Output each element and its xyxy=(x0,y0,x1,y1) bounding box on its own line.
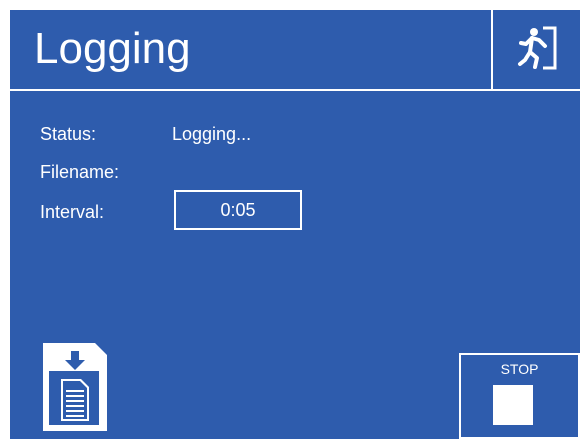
status-value: Logging... xyxy=(172,124,252,144)
status-label: Status: xyxy=(40,124,97,144)
title-bar: Logging xyxy=(10,10,580,91)
logging-screen: Logging Status: Logging... Filename: Int… xyxy=(8,8,580,439)
interval-label: Interval: xyxy=(40,202,105,222)
stop-button[interactable]: STOP xyxy=(459,353,580,439)
filename-label: Filename: xyxy=(40,162,120,182)
sd-card-save-icon[interactable] xyxy=(41,341,109,433)
page-title: Logging xyxy=(34,24,191,73)
stop-label: STOP xyxy=(500,361,539,377)
interval-field[interactable]: 0:05 xyxy=(174,190,302,230)
emergency-exit-icon xyxy=(518,26,557,70)
stop-icon xyxy=(493,385,533,425)
exit-button[interactable] xyxy=(491,10,580,89)
